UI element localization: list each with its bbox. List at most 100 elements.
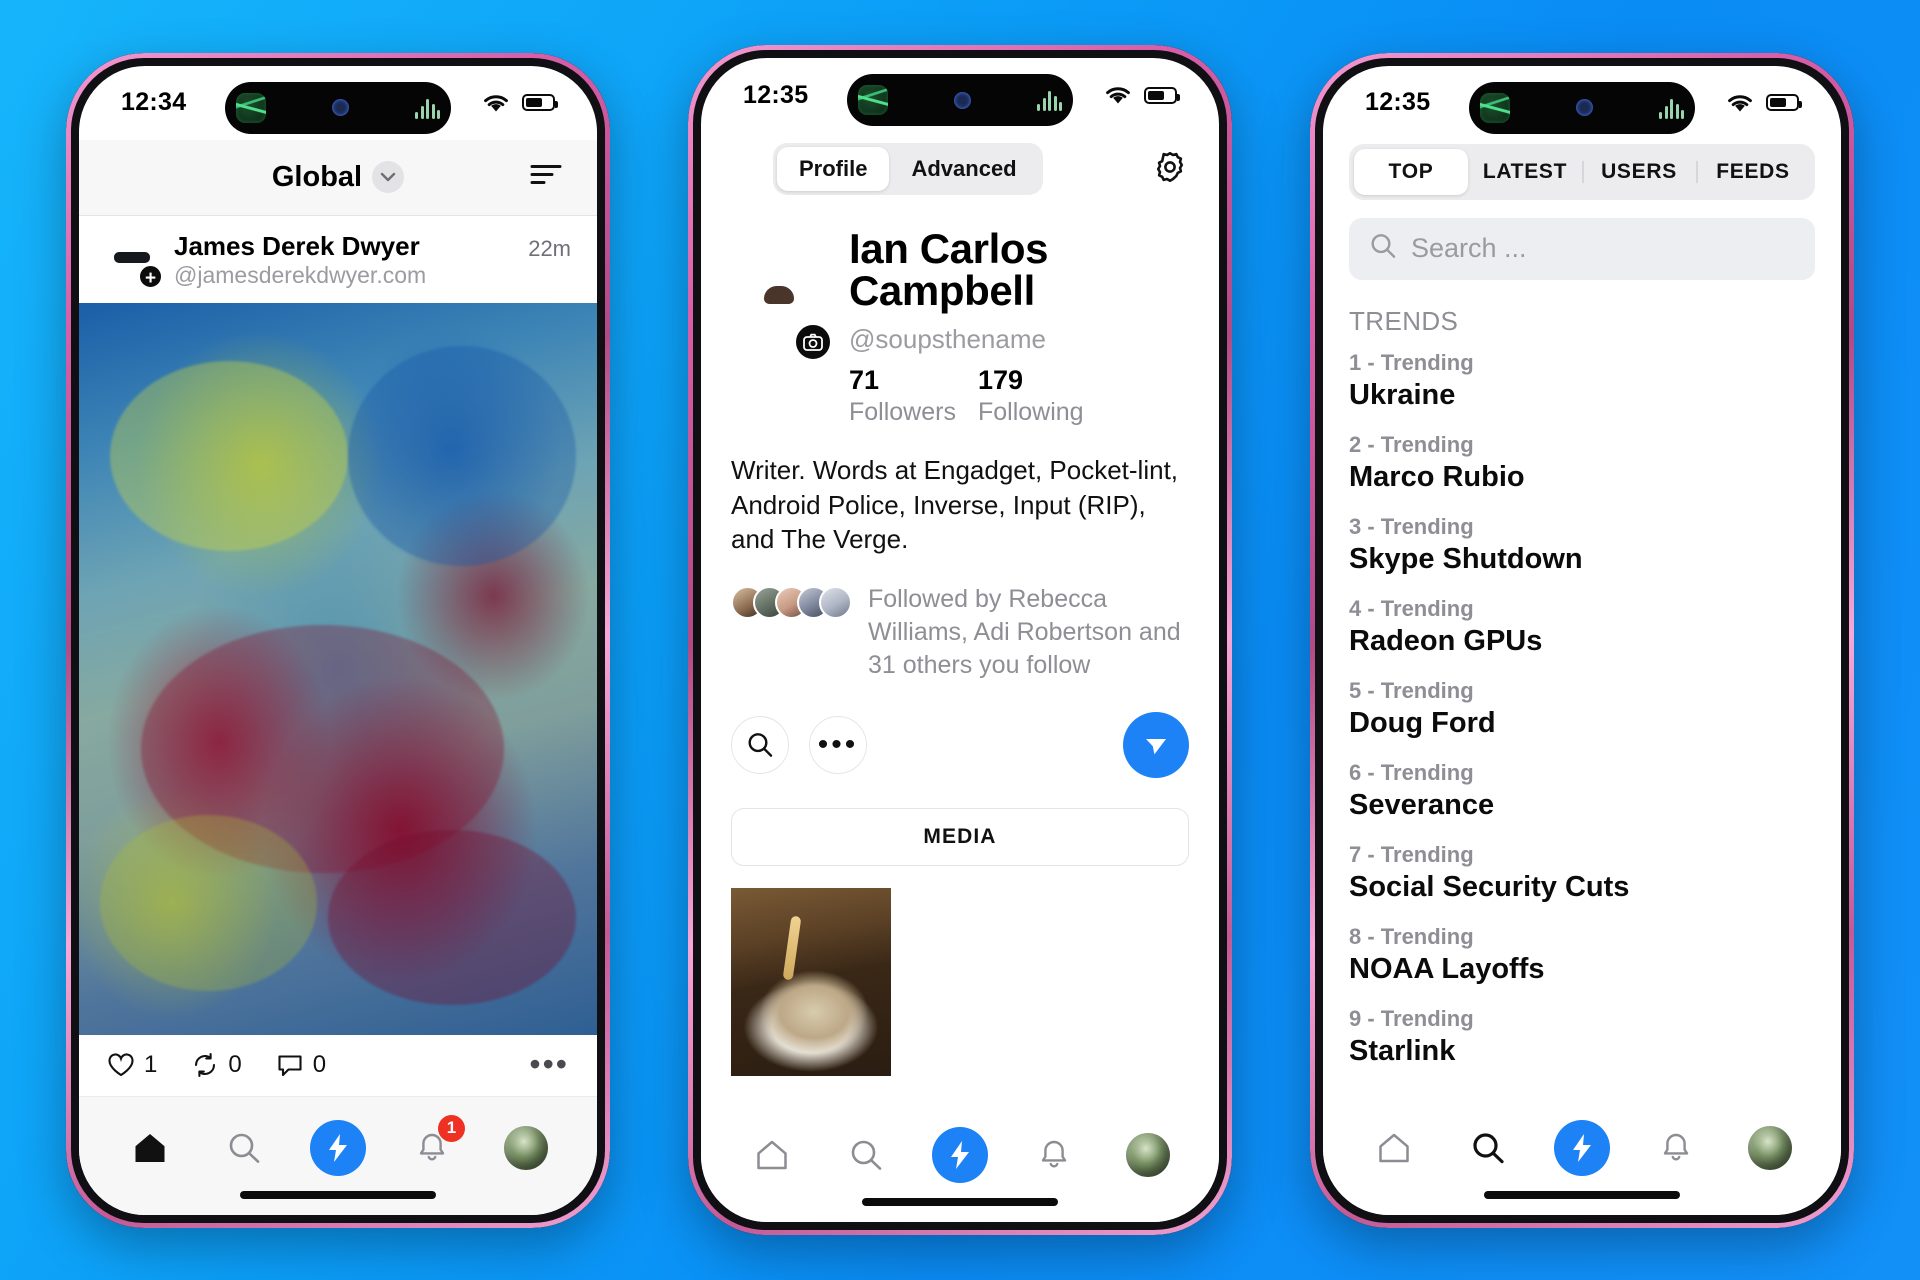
phone-profile: 12:35 Profile Advanced Ian Carlos Campbe… (688, 45, 1232, 1235)
page-title: Global (271, 160, 363, 193)
nav-notifications[interactable] (1644, 1119, 1708, 1177)
nav-home[interactable] (1362, 1119, 1426, 1177)
send-icon[interactable] (1123, 712, 1189, 779)
trend-name: Skype Shutdown (1349, 542, 1583, 575)
nav-compose[interactable] (928, 1126, 992, 1184)
media-tab-button[interactable]: MEDIA (731, 808, 1189, 867)
nav-profile[interactable] (1116, 1126, 1180, 1184)
list-item[interactable]: 6 - Trending Severance (1349, 751, 1815, 833)
lightning-bolt-icon[interactable] (1554, 1119, 1610, 1176)
nav-compose[interactable] (1550, 1119, 1614, 1177)
nav-search[interactable] (212, 1119, 276, 1177)
avatar[interactable]: + (105, 232, 163, 289)
status-bar: 12:35 (701, 58, 1219, 132)
nav-profile[interactable] (494, 1119, 558, 1177)
trend-name: Severance (1349, 788, 1495, 821)
profile-segmented-control: Profile Advanced (773, 143, 1043, 195)
screen-profile: 12:35 Profile Advanced Ian Carlos Campbe… (701, 58, 1219, 1222)
dynamic-island (847, 74, 1073, 126)
following-stat[interactable]: 179 Following (978, 365, 1084, 427)
list-item[interactable]: 3 - Trending Skype Shutdown (1349, 505, 1815, 587)
repost-button[interactable]: 0 (191, 1051, 242, 1079)
post-timestamp: 22m (528, 235, 571, 261)
facepile (731, 583, 852, 619)
profile-handle: @soupsthename (849, 324, 1046, 354)
nav-home[interactable] (118, 1119, 182, 1177)
profile-action-row: ••• (731, 712, 1189, 779)
avatar-icon[interactable] (504, 1125, 548, 1170)
reply-count: 0 (312, 1051, 327, 1078)
nav-compose[interactable] (306, 1119, 370, 1177)
list-item[interactable]: 1 - Trending Ukraine (1349, 341, 1815, 423)
tab-profile[interactable]: Profile (777, 147, 890, 191)
avatar-icon[interactable] (1126, 1133, 1170, 1177)
trend-name: Doug Ford (1349, 706, 1496, 739)
search-tabs: TOP LATEST USERS FEEDS (1349, 143, 1815, 200)
status-bar: 12:35 (1323, 66, 1841, 140)
post-author[interactable]: James Derek Dwyer @jamesderekdwyer.com (174, 230, 426, 289)
tab-latest[interactable]: LATEST (1468, 149, 1582, 195)
trend-name: NOAA Layoffs (1349, 952, 1545, 985)
trend-name: Marco Rubio (1349, 460, 1525, 493)
nav-home[interactable] (740, 1126, 804, 1184)
search-input[interactable]: Search ... (1349, 217, 1815, 280)
nav-notifications[interactable] (1022, 1126, 1086, 1184)
notification-badge: 1 (438, 1114, 465, 1142)
screen-search: 12:35 TOP LATEST USERS FEEDS Search ... … (1323, 65, 1841, 1215)
like-button[interactable]: 1 (107, 1051, 157, 1079)
list-item[interactable]: 7 - Trending Social Security Cuts (1349, 833, 1815, 915)
list-item[interactable]: 9 - Trending Starlink (1349, 997, 1815, 1079)
tab-top[interactable]: TOP (1354, 148, 1468, 195)
media-thumbnail[interactable] (731, 888, 891, 1077)
nav-profile[interactable] (1738, 1119, 1802, 1177)
followers-label: Followers (849, 398, 956, 426)
avatar-icon[interactable] (1748, 1125, 1792, 1170)
followers-stat[interactable]: 71 Followers (849, 365, 956, 427)
post-image[interactable] (79, 302, 597, 1035)
wifi-icon (1725, 92, 1755, 114)
tab-users[interactable]: USERS (1582, 149, 1696, 195)
tab-advanced[interactable]: Advanced (889, 147, 1038, 191)
post-author-name: James Derek Dwyer (174, 230, 420, 261)
trend-rank: 9 - Trending (1349, 1005, 1474, 1031)
home-indicator (1484, 1190, 1680, 1199)
search-placeholder: Search ... (1411, 233, 1527, 263)
list-item[interactable]: 5 - Trending Doug Ford (1349, 669, 1815, 751)
status-bar: 12:34 (79, 66, 597, 140)
list-item[interactable]: 4 - Trending Radeon GPUs (1349, 587, 1815, 669)
profile-stats: 71 Followers 179 Following (849, 365, 1189, 427)
filter-icon[interactable] (529, 162, 563, 193)
tab-feeds[interactable]: FEEDS (1696, 149, 1810, 195)
status-right (481, 92, 558, 114)
trend-rank: 2 - Trending (1349, 431, 1474, 457)
status-time: 12:35 (743, 80, 809, 109)
search-icon[interactable] (731, 716, 789, 775)
status-right (1725, 92, 1802, 114)
dynamic-island (225, 81, 451, 134)
chevron-down-icon[interactable] (372, 161, 405, 193)
more-horizontal-icon[interactable]: ••• (809, 716, 867, 775)
phones-stage: 12:34 Global + James Derek Dwyer @jamesd… (0, 0, 1920, 1280)
nav-notifications[interactable]: 1 (400, 1114, 465, 1177)
status-right (1103, 84, 1180, 106)
post-header: + James Derek Dwyer @jamesderekdwyer.com… (79, 216, 597, 303)
gear-icon[interactable] (1151, 148, 1189, 191)
audio-waveform-icon (1659, 97, 1684, 119)
live-activity-icon (858, 85, 888, 115)
nav-search[interactable] (1456, 1119, 1520, 1177)
profile-avatar[interactable] (731, 264, 833, 362)
lightning-bolt-icon[interactable] (310, 1119, 366, 1176)
profile-body: Ian Carlos Campbell @soupsthename 71 Fol… (701, 206, 1219, 1104)
list-item[interactable]: 2 - Trending Marco Rubio (1349, 423, 1815, 505)
lightning-bolt-icon[interactable] (932, 1127, 988, 1183)
more-horizontal-icon[interactable]: ••• (529, 1048, 569, 1080)
reply-button[interactable]: 0 (276, 1051, 326, 1079)
camera-indicator-icon (954, 91, 971, 109)
followers-count: 71 (849, 365, 880, 395)
followed-by-row[interactable]: Followed by Rebecca Williams, Adi Robert… (731, 583, 1189, 683)
list-item[interactable]: 8 - Trending NOAA Layoffs (1349, 915, 1815, 997)
nav-search[interactable] (834, 1126, 898, 1184)
follow-plus-icon[interactable]: + (138, 263, 163, 289)
trends-section-label: TRENDS (1349, 305, 1459, 336)
camera-icon[interactable] (793, 322, 833, 362)
